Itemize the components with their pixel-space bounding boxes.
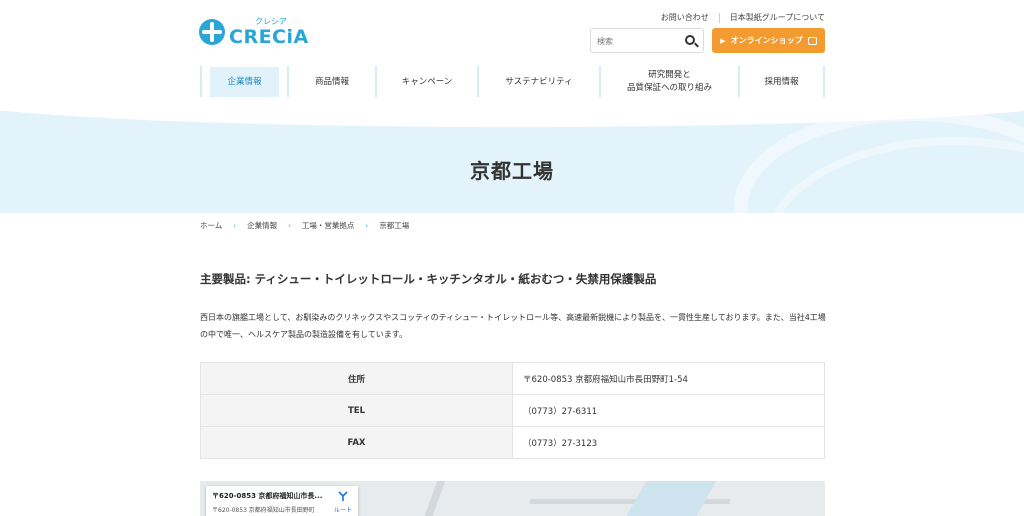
nav-item-recruit[interactable]: 採用情報 [738,66,825,98]
main-products-heading: 主要製品: ティシュー・トイレットロール・キッチンタオル・紙おむつ・失禁用保護製… [200,272,657,286]
map-water [623,481,717,516]
search-icon[interactable] [685,35,695,45]
page: クレシア CRECiA お問い合わせ 日本製紙グループについて ▶ オンラインシ… [0,0,1024,516]
chevron-right-icon: › [365,221,369,230]
breadcrumb-current: 京都工場 [379,221,410,230]
group-info-link[interactable]: 日本製紙グループについて [730,12,825,23]
nav-item-campaign[interactable]: キャンペーン [375,66,477,98]
factory-description: 西日本の旗艦工場として、お馴染みのクリネックスやスコッティのティシュー・トイレッ… [200,313,826,339]
factory-info-table: 住所 〒620-0853 京都府福知山市長田野町1-54 TEL （0773）2… [200,362,825,459]
search-box [590,28,704,53]
chevron-right-icon: › [288,221,291,230]
table-key: FAX [200,426,513,459]
breadcrumb-factories[interactable]: 工場・営業拠点 [302,220,355,231]
logo[interactable]: クレシア CRECiA [199,17,309,48]
table-key: TEL [200,394,513,427]
table-value: 〒620-0853 京都府福知山市長田野町1-54 [512,362,825,395]
chevron-right-icon: ▶ [720,36,726,45]
external-link-icon [807,36,817,45]
embedded-map[interactable]: 〒620-0853 京都府福知山市長... 〒620-0853 京都府福知山市長… [200,481,825,516]
site-header: クレシア CRECiA お問い合わせ 日本製紙グループについて ▶ オンラインシ… [0,0,1024,100]
directions-link[interactable]: ルート [334,505,352,514]
table-value: （0773）27-6311 [512,394,825,427]
divider [718,12,720,23]
global-nav: 企業情報 商品情報 キャンペーン サステナビリティ 研究開発と 品質保証への取り… [200,66,825,98]
table-row: FAX （0773）27-3123 [200,426,825,459]
breadcrumb-home[interactable]: ホーム [200,220,222,231]
table-row: 住所 〒620-0853 京都府福知山市長田野町1-54 [200,362,825,395]
search-input[interactable] [591,30,679,53]
online-shop-label: オンラインショップ [730,36,803,45]
page-title: 京都工場 [470,159,554,183]
map-place-card: 〒620-0853 京都府福知山市長... 〒620-0853 京都府福知山市長… [206,486,358,516]
nav-item-research-quality[interactable]: 研究開発と 品質保証への取り組み [599,66,738,98]
utility-links: お問い合わせ 日本製紙グループについて [661,12,825,23]
map-road [422,481,446,516]
crecia-logo-icon [199,19,225,45]
map-place-title: 〒620-0853 京都府福知山市長... [212,492,323,500]
breadcrumb-company[interactable]: 企業情報 [247,220,277,231]
map-place-address: 〒620-0853 京都府福知山市長田野町 [212,507,315,514]
nav-item-company[interactable]: 企業情報 [200,66,287,98]
chevron-right-icon: › [233,221,237,230]
logo-name: CRECiA [229,26,309,48]
online-shop-button[interactable]: ▶ オンラインショップ [712,28,825,53]
table-value: （0773）27-3123 [512,426,825,459]
table-key: 住所 [200,362,513,395]
nav-item-sustainability[interactable]: サステナビリティ [477,66,599,98]
directions-icon[interactable] [338,491,348,501]
hero-banner: 京都工場 [0,97,1024,213]
contact-link[interactable]: お問い合わせ [661,12,709,23]
nav-item-products[interactable]: 商品情報 [287,66,375,98]
table-row: TEL （0773）27-6311 [200,394,825,427]
breadcrumb: ホーム › 企業情報 › 工場・営業拠点 › 京都工場 [200,220,409,231]
